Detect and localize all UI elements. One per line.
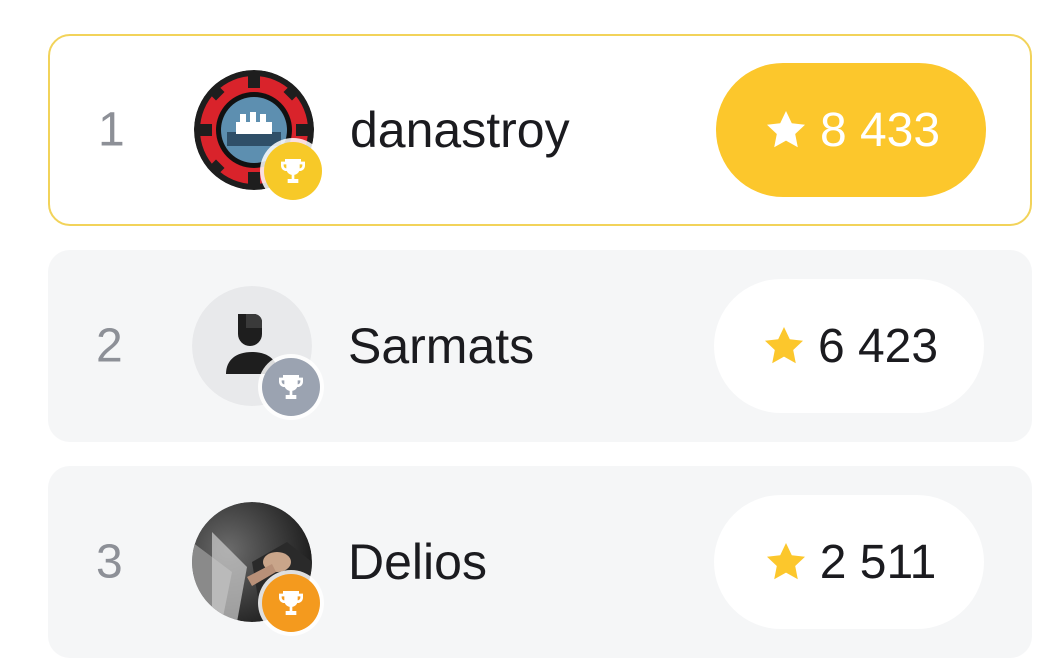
star-icon <box>760 322 808 370</box>
score-value: 6 423 <box>817 319 939 373</box>
gold-trophy-icon <box>264 142 322 200</box>
leaderboard-row-3[interactable]: 3 Delios 2 511 <box>48 466 1032 658</box>
avatar-container <box>192 502 320 632</box>
star-icon <box>762 538 810 586</box>
rank-number: 3 <box>96 535 123 589</box>
leaderboard-row-1[interactable]: 1 danastroy 8 433 <box>48 34 1032 226</box>
star-icon <box>762 106 810 154</box>
score-badge: 6 423 <box>714 279 984 413</box>
rank-number: 2 <box>96 319 123 373</box>
avatar-container <box>192 286 320 416</box>
rank-number: 1 <box>98 103 125 157</box>
score-badge: 2 511 <box>714 495 984 629</box>
avatar-container <box>194 70 322 200</box>
score-value: 2 511 <box>819 535 937 589</box>
player-name: Delios <box>348 534 487 590</box>
player-name: danastroy <box>350 102 570 158</box>
score-value: 8 433 <box>819 103 941 157</box>
score-badge: 8 433 <box>716 63 986 197</box>
bronze-trophy-icon <box>262 574 320 632</box>
leaderboard-row-2[interactable]: 2 Sarmats 6 423 <box>48 250 1032 442</box>
player-name: Sarmats <box>348 318 535 374</box>
silver-trophy-icon <box>262 358 320 416</box>
